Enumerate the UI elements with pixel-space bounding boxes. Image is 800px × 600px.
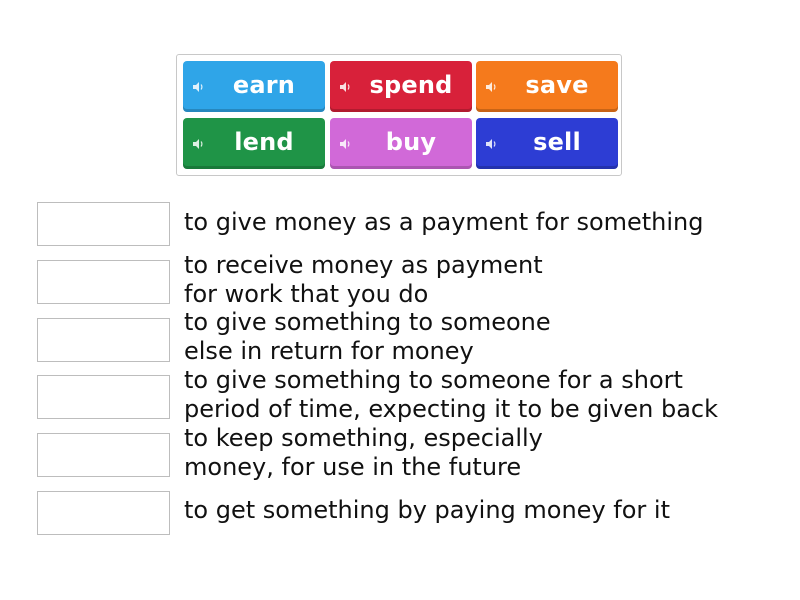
answer-drop-box-2[interactable] <box>37 260 170 304</box>
definition-5: to keep something, especially money, for… <box>184 424 543 482</box>
definition-line: to receive money as payment <box>184 251 543 279</box>
answer-drop-box-5[interactable] <box>37 433 170 477</box>
definition-line: else in return for money <box>184 337 474 365</box>
word-tile-label: save <box>525 71 589 99</box>
answer-drop-box-6[interactable] <box>37 491 170 535</box>
word-tile-label: buy <box>385 128 437 156</box>
match-up-activity: earn spend save lend buy sell to give mo… <box>0 0 800 600</box>
definition-line: to give money as a payment for something <box>184 208 704 236</box>
word-tile-sell[interactable]: sell <box>476 118 618 169</box>
word-tile-label: earn <box>232 71 296 99</box>
word-tile-label: spend <box>369 71 453 99</box>
word-bank: earn spend save lend buy sell <box>176 54 622 176</box>
definition-line: to get something by paying money for it <box>184 496 670 524</box>
definition-line: to give something to someone <box>184 308 551 336</box>
word-tile-save[interactable]: save <box>476 61 618 112</box>
answer-drop-box-3[interactable] <box>37 318 170 362</box>
definition-line: money, for use in the future <box>184 453 522 481</box>
definition-line: for work that you do <box>184 280 429 308</box>
word-tile-spend[interactable]: spend <box>330 61 472 112</box>
definition-line: to give something to someone for a short <box>184 366 683 394</box>
definition-line: to keep something, especially <box>184 424 543 452</box>
answer-drop-box-1[interactable] <box>37 202 170 246</box>
definition-2: to receive money as payment for work tha… <box>184 251 543 309</box>
word-tile-earn[interactable]: earn <box>183 61 325 112</box>
definition-1: to give money as a payment for something <box>184 208 704 237</box>
word-tile-buy[interactable]: buy <box>330 118 472 169</box>
word-tile-label: sell <box>533 128 581 156</box>
word-tile-label: lend <box>234 128 294 156</box>
definition-4: to give something to someone for a short… <box>184 366 718 424</box>
definition-line: period of time, expecting it to be given… <box>184 395 719 423</box>
word-tile-lend[interactable]: lend <box>183 118 325 169</box>
answer-drop-box-4[interactable] <box>37 375 170 419</box>
definition-6: to get something by paying money for it <box>184 496 670 525</box>
definition-3: to give something to someone else in ret… <box>184 308 551 366</box>
